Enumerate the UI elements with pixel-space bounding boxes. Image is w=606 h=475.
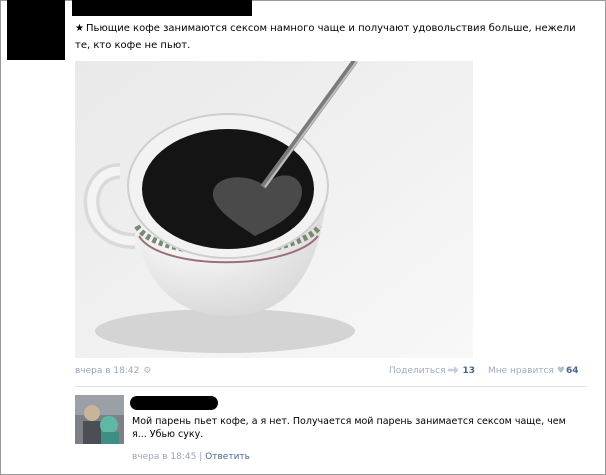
author-name[interactable]: [72, 0, 252, 16]
star-icon: ★: [75, 23, 84, 34]
heart-icon: ♥: [556, 366, 565, 376]
like-button[interactable]: Мне нравится ♥64: [488, 366, 579, 376]
comment-separator: |: [199, 452, 203, 462]
divider: [75, 386, 587, 387]
post-text: ★ Пьющие кофе занимаются сексом намного ч…: [75, 20, 585, 54]
coffee-cup-photo: [75, 61, 473, 358]
post-date-text[interactable]: вчера в 18:42: [75, 366, 139, 376]
post-text-body: Пьющие кофе занимаются сексом намного ча…: [75, 23, 576, 51]
like-count: 64: [566, 366, 579, 376]
comment-avatar[interactable]: [75, 395, 124, 444]
comment-text: Мой парень пьет кофе, а я нет. Получаетс…: [132, 416, 566, 440]
comment-author-name[interactable]: [130, 396, 218, 410]
camera-icon[interactable]: ⚙: [143, 366, 151, 376]
like-label[interactable]: Мне нравится: [488, 366, 554, 376]
author-avatar[interactable]: [7, 0, 65, 60]
share-label[interactable]: Поделиться: [389, 366, 446, 376]
share-button[interactable]: Поделиться 13: [389, 366, 475, 376]
share-icon: [447, 366, 459, 374]
comment-meta: вчера в 18:45 | Ответить: [132, 452, 250, 462]
comment-date[interactable]: вчера в 18:45: [132, 452, 196, 462]
post-photo[interactable]: [75, 61, 473, 358]
reply-button[interactable]: Ответить: [205, 452, 250, 462]
commenter-photo: [75, 395, 124, 444]
post-date[interactable]: вчера в 18:42 ⚙: [75, 366, 151, 376]
share-count: 13: [462, 366, 476, 376]
